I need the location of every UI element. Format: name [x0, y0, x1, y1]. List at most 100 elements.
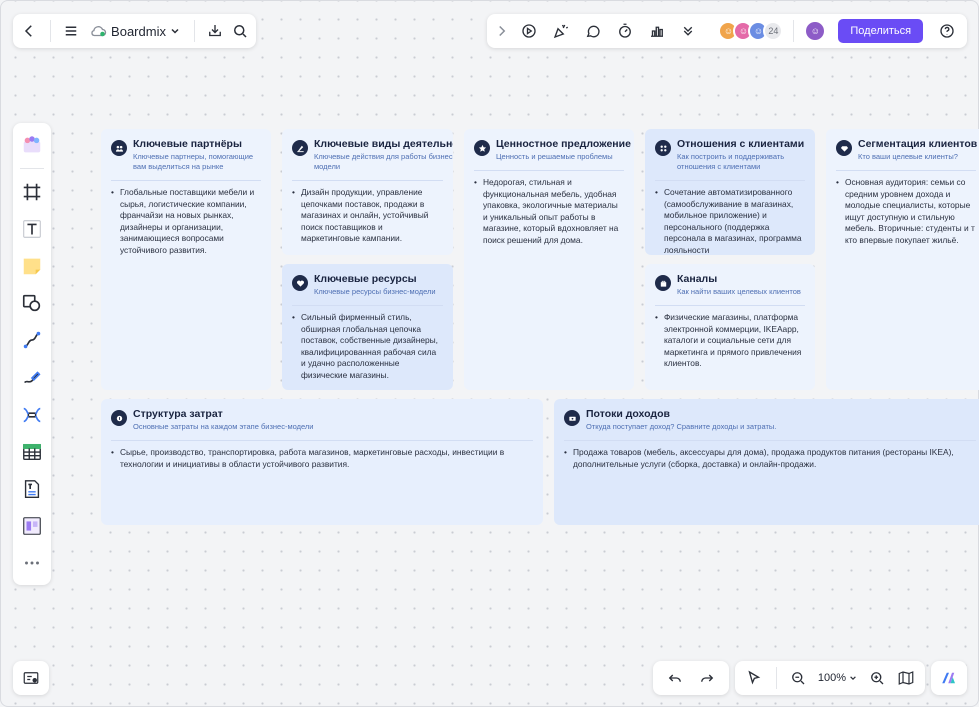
- card-title: Ценностное предложение: [496, 138, 631, 150]
- table-icon[interactable]: [15, 436, 49, 468]
- card-subtitle: Ключевые партнеры, помогающие вам выдели…: [133, 152, 254, 171]
- card-title: Потоки доходов: [586, 408, 670, 420]
- card-body: Основная аудитория: семьи со средним уро…: [844, 177, 975, 245]
- cloud-icon: [91, 26, 107, 37]
- shapes-icon[interactable]: [15, 287, 49, 319]
- ai-assistant[interactable]: [931, 661, 967, 695]
- card-customer-segments[interactable]: Сегментация клиентов Кто ваши целевые кли…: [826, 129, 979, 390]
- text-icon[interactable]: [15, 213, 49, 245]
- card-body: Сырье, производство, транспортировка, ра…: [119, 447, 505, 469]
- card-revenue-streams[interactable]: Потоки доходов Откуда поступает доход? Ср…: [554, 399, 979, 525]
- divider: [836, 170, 976, 171]
- diamond-icon: [836, 140, 852, 156]
- frame-icon[interactable]: [15, 176, 49, 208]
- document-icon[interactable]: [15, 473, 49, 505]
- comment-icon[interactable]: [579, 17, 607, 45]
- zoom-level-dropdown[interactable]: 100%: [814, 672, 861, 684]
- card-body: Продажа товаров (мебель, аксессуары для …: [572, 447, 954, 469]
- heart-icon: [292, 275, 308, 291]
- card-subtitle: Основные затраты на каждом этапе бизнес-…: [133, 422, 314, 431]
- divider: [793, 20, 795, 42]
- divider: [292, 305, 443, 306]
- timer-icon[interactable]: [611, 17, 639, 45]
- card-subtitle: Ценность и решаемые проблемы: [496, 152, 613, 161]
- shop-icon: [655, 275, 671, 291]
- card-key-resources[interactable]: Ключевые ресурсы Ключевые ресурсы бизнес-…: [282, 264, 453, 390]
- divider: [775, 667, 777, 689]
- card-cost-structure[interactable]: Структура затрат Основные затраты на кажд…: [101, 399, 543, 525]
- card-body: Недорогая, стильная и функциональная меб…: [482, 177, 619, 245]
- menu-icon[interactable]: [60, 17, 81, 45]
- help-icon[interactable]: [933, 17, 961, 45]
- sticky-note-icon[interactable]: [15, 250, 49, 282]
- avatar-count[interactable]: 24: [763, 21, 784, 41]
- chevron-right-icon[interactable]: [493, 17, 511, 45]
- relationships-icon: [655, 140, 671, 156]
- card-key-activities[interactable]: Ключевые виды деятельности Ключевые дейст…: [282, 129, 453, 255]
- celebrate-icon[interactable]: [547, 17, 575, 45]
- money-icon: [564, 410, 580, 426]
- card-subtitle: Ключевые ресурсы бизнес-модели: [314, 287, 436, 296]
- divider: [292, 180, 443, 181]
- kanban-icon[interactable]: [15, 510, 49, 542]
- download-icon[interactable]: [205, 17, 226, 45]
- partners-icon: [111, 140, 127, 156]
- mindmap-icon[interactable]: [15, 399, 49, 431]
- left-toolbar: [13, 123, 51, 585]
- double-chevron-down-icon[interactable]: [675, 17, 703, 45]
- divider: [655, 305, 805, 306]
- chevron-down-icon: [171, 28, 179, 34]
- app-name: Boardmix: [111, 23, 166, 39]
- app-name-dropdown[interactable]: Boardmix: [85, 24, 184, 39]
- divider: [20, 168, 44, 170]
- pen-icon[interactable]: [15, 362, 49, 394]
- card-title: Ключевые виды деятельности: [314, 138, 453, 150]
- card-title: Структура затрат: [133, 408, 223, 420]
- zoom-level: 100%: [817, 672, 847, 684]
- card-subtitle: Откуда поступает доход? Сравните доходы …: [586, 422, 777, 431]
- zoom-out-icon[interactable]: [785, 664, 812, 692]
- card-title: Ключевые ресурсы: [314, 273, 417, 285]
- back-icon[interactable]: [19, 17, 40, 45]
- ai-logo-icon[interactable]: [935, 664, 963, 692]
- divider: [655, 180, 805, 181]
- more-icon[interactable]: [15, 547, 49, 579]
- card-customer-relationships[interactable]: Отношения с клиентами Как построить и под…: [645, 129, 815, 255]
- vote-icon[interactable]: [643, 17, 671, 45]
- zoom-in-icon[interactable]: [863, 664, 890, 692]
- card-subtitle: Кто ваши целевые клиенты?: [858, 152, 958, 161]
- card-value-proposition[interactable]: Ценностное предложение Ценность и решаемы…: [464, 129, 634, 390]
- history-controls: [653, 661, 729, 695]
- divider: [564, 440, 976, 441]
- user-avatar[interactable]: ☺: [804, 20, 827, 42]
- templates-icon[interactable]: [15, 129, 49, 161]
- divider: [111, 180, 261, 181]
- card-body: Дизайн продукции, управление цепочками п…: [300, 187, 429, 244]
- card-key-partners[interactable]: Ключевые партнёры Ключевые партнеры, помо…: [101, 129, 271, 390]
- card-title: Ключевые партнёры: [133, 138, 242, 150]
- collaborator-avatars[interactable]: ☺ ☺ ☺ 24: [718, 21, 784, 41]
- minimap-icon[interactable]: [17, 664, 45, 692]
- card-body: Глобальные поставщики мебели и сырья, ло…: [119, 187, 255, 255]
- share-button[interactable]: Поделиться: [838, 19, 924, 43]
- play-icon[interactable]: [515, 17, 543, 45]
- top-left-toolbar: Boardmix: [13, 14, 256, 48]
- star-icon: [474, 140, 490, 156]
- map-icon[interactable]: [892, 664, 919, 692]
- select-cursor-icon[interactable]: [741, 664, 768, 692]
- search-icon[interactable]: [229, 17, 250, 45]
- card-body: Сильный фирменный стиль, обширная глобал…: [300, 312, 439, 380]
- top-right-toolbar: ☺ ☺ ☺ 24 ☺ Поделиться: [487, 14, 967, 48]
- redo-icon[interactable]: [693, 664, 721, 692]
- connector-icon[interactable]: [15, 324, 49, 356]
- divider: [111, 440, 533, 441]
- cost-icon: [111, 410, 127, 426]
- divider: [193, 20, 195, 42]
- undo-icon[interactable]: [661, 664, 689, 692]
- card-title: Каналы: [677, 273, 718, 285]
- card-title: Отношения с клиентами: [677, 138, 805, 150]
- card-channels[interactable]: Каналы Как найти ваших целевых клиентов •…: [645, 264, 815, 390]
- card-subtitle: Как найти ваших целевых клиентов: [677, 287, 801, 296]
- minimap-toggle[interactable]: [13, 661, 49, 695]
- card-title: Сегментация клиентов: [858, 138, 978, 150]
